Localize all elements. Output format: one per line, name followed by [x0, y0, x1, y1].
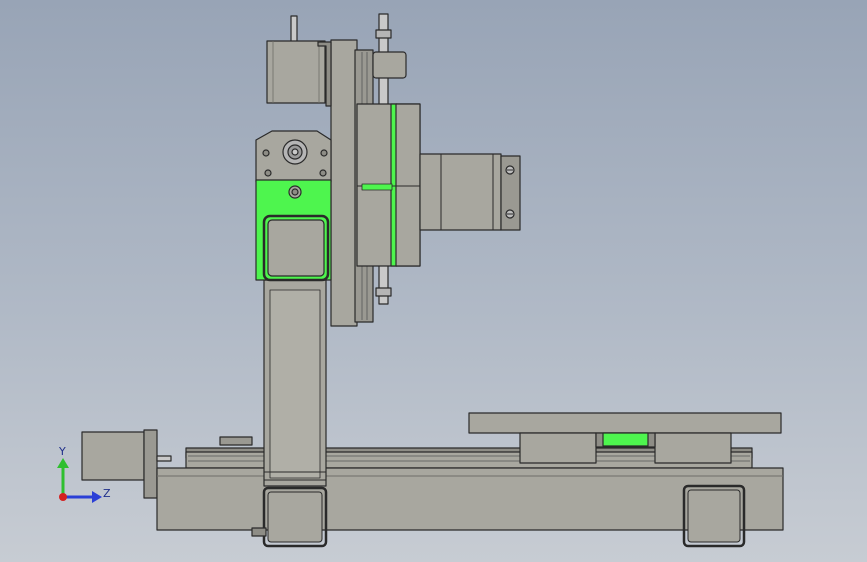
spindle-motor	[419, 153, 521, 231]
triad-z-label: Z	[103, 487, 111, 500]
y-plate-back	[330, 39, 358, 327]
y-motor-body	[266, 40, 326, 104]
vertical-column	[263, 279, 327, 487]
y-stepper-motor	[266, 15, 332, 107]
limit-switch-block	[219, 436, 253, 446]
base-z-axis-assembly	[81, 412, 784, 548]
table-carriage-right	[654, 432, 732, 464]
y-top-bearing-block	[372, 51, 407, 79]
column-top-cutout	[267, 219, 325, 277]
z-motor-shaft	[156, 455, 172, 462]
y-axis-plate-assembly	[330, 13, 421, 327]
triad-y-label: Y	[58, 445, 66, 458]
z-motor-mount-plate	[143, 429, 158, 499]
work-table	[468, 412, 782, 434]
column-head	[255, 130, 332, 282]
y-motor-shaft	[290, 15, 298, 43]
table-nut-green	[602, 432, 649, 447]
table-carriage-left	[519, 432, 597, 464]
cad-viewport[interactable]: Y Z	[0, 0, 867, 562]
z-stepper-motor	[81, 431, 145, 481]
spindle-body	[419, 153, 502, 231]
triad-origin	[59, 493, 67, 501]
